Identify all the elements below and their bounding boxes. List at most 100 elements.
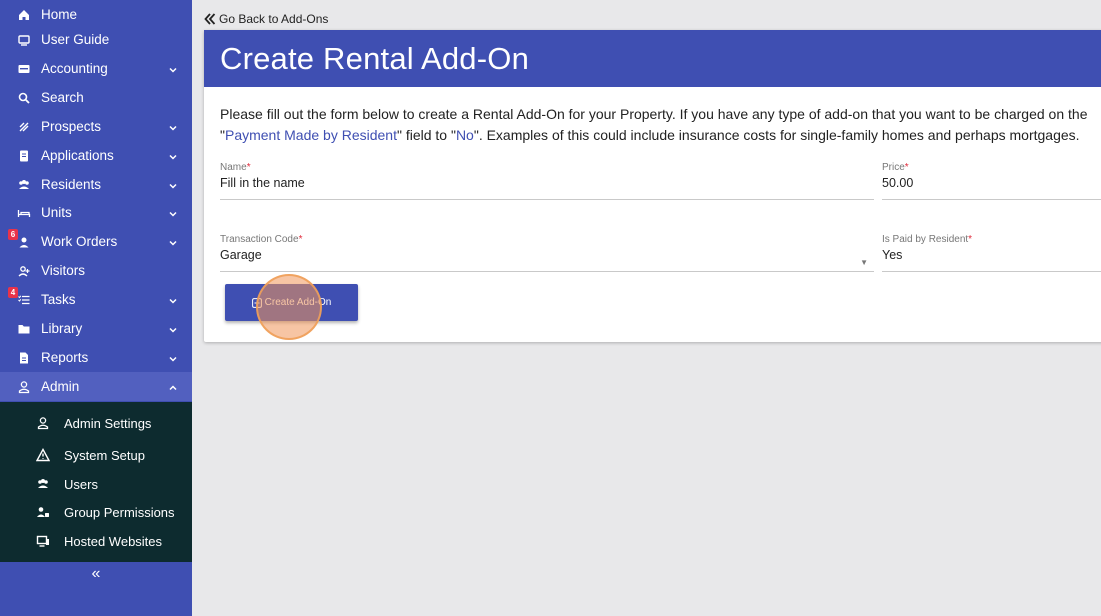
name-field[interactable]: Name* Fill in the name — [220, 162, 874, 200]
back-link-label: Go Back to Add-Ons — [219, 12, 329, 26]
card-header: Create Rental Add-On — [204, 30, 1101, 87]
sidebar-item-label: Visitors — [41, 263, 86, 278]
chevron-down-icon — [169, 154, 177, 160]
field-underline — [220, 199, 874, 200]
sidebar-item-prospects[interactable]: Prospects — [0, 112, 192, 141]
sidebar: Home User Guide Accounting Search Prospects A… — [0, 0, 192, 616]
sidebar-item-label: Residents — [41, 177, 102, 192]
sidebar-item-search[interactable]: Search — [0, 83, 192, 112]
price-field[interactable]: Price* 50.00 — [882, 162, 1101, 200]
field-underline — [882, 199, 1101, 200]
home-icon — [17, 8, 31, 22]
required-mark: * — [298, 234, 303, 245]
sidebar-item-label: Admin — [41, 379, 80, 394]
submenu-item-group-permissions[interactable]: Group Permissions — [0, 498, 192, 526]
tasks-icon — [17, 293, 31, 307]
transaction-code-select[interactable]: Transaction Code* Garage ▼ — [220, 234, 874, 272]
transaction-code-value[interactable]: Garage — [220, 248, 874, 262]
chevron-down-icon — [169, 67, 177, 73]
admin-icon — [17, 380, 31, 394]
sidebar-item-label: Units — [41, 205, 72, 220]
price-label-text: Price — [882, 162, 905, 173]
description-line-2: "Payment Made by Resident" field to "No"… — [220, 125, 1101, 146]
submenu-item-label: Group Permissions — [64, 504, 175, 520]
submenu-item-admin-settings[interactable]: Admin Settings — [0, 409, 192, 437]
create-addon-label: Create Add-On — [264, 297, 332, 308]
required-mark: * — [968, 234, 973, 245]
required-mark: * — [246, 162, 251, 173]
sidebar-item-applications[interactable]: Applications — [0, 141, 192, 170]
sidebar-item-label: User Guide — [41, 32, 110, 47]
payment-field-ref: Payment Made by Resident — [224, 127, 397, 143]
guide-icon — [17, 33, 31, 47]
accounting-icon — [17, 62, 31, 76]
sidebar-item-label: Home — [41, 7, 78, 22]
transaction-code-label: Transaction Code* — [220, 234, 874, 245]
submenu-item-label: Hosted Websites — [64, 533, 163, 549]
worker-icon — [17, 235, 31, 249]
is-paid-label-text: Is Paid by Resident — [882, 234, 969, 245]
sidebar-item-library[interactable]: Library — [0, 314, 192, 343]
sidebar-item-residents[interactable]: Residents — [0, 170, 192, 199]
name-label: Name* — [220, 162, 874, 173]
visitor-icon — [17, 264, 31, 278]
submenu-item-users[interactable]: Users — [0, 470, 192, 498]
chevron-up-icon — [169, 385, 177, 391]
name-input[interactable]: Fill in the name — [220, 176, 874, 190]
name-label-text: Name — [220, 162, 247, 173]
chevron-down-icon — [169, 298, 177, 304]
sidebar-item-units[interactable]: Units — [0, 198, 192, 227]
sidebar-item-label: Reports — [41, 350, 89, 365]
price-label: Price* — [882, 162, 1101, 173]
applications-icon — [17, 149, 31, 163]
chevron-down-icon — [169, 240, 177, 246]
required-mark: * — [904, 162, 909, 173]
sidebar-item-label: Work Orders — [41, 234, 118, 249]
back-to-addons-link[interactable]: Go Back to Add-Ons — [204, 12, 328, 26]
submenu-item-hosted-websites[interactable]: Hosted Websites — [0, 527, 192, 555]
price-input[interactable]: 50.00 — [882, 176, 1101, 190]
sidebar-item-reports[interactable]: Reports — [0, 343, 192, 372]
sidebar-item-label: Tasks — [41, 292, 76, 307]
sidebar-item-work-orders[interactable]: 6 Work Orders — [0, 227, 192, 256]
submenu-item-label: Admin Settings — [64, 415, 152, 431]
double-chevron-left-icon — [204, 13, 216, 25]
admin-settings-icon — [36, 416, 50, 430]
description-text: " field to " — [396, 127, 456, 143]
field-underline — [882, 271, 1101, 272]
is-paid-label: Is Paid by Resident* — [882, 234, 1101, 245]
submenu-item-system-setup[interactable]: System Setup — [0, 441, 192, 469]
dropdown-caret-icon[interactable]: ▼ — [860, 258, 868, 267]
sidebar-item-admin[interactable]: Admin — [0, 372, 192, 401]
notification-badge: 6 — [8, 229, 18, 240]
create-addon-button[interactable]: Create Add-On — [225, 284, 358, 321]
plus-box-icon — [251, 297, 262, 308]
chevron-down-icon — [169, 125, 177, 131]
no-value-ref: No — [455, 127, 474, 143]
sidebar-item-accounting[interactable]: Accounting — [0, 54, 192, 83]
submenu-item-label: System Setup — [64, 447, 145, 463]
group-permissions-icon — [36, 505, 50, 519]
sidebar-item-visitors[interactable]: Visitors — [0, 256, 192, 285]
warning-icon — [36, 448, 50, 462]
notification-badge: 4 — [8, 287, 18, 298]
sidebar-item-label: Library — [41, 321, 83, 336]
chevron-down-icon — [169, 211, 177, 217]
sidebar-item-label: Accounting — [41, 61, 108, 76]
description-text: ". Examples of this could include insura… — [473, 127, 1080, 143]
is-paid-value[interactable]: Yes — [882, 248, 1101, 262]
chevron-down-icon — [169, 356, 177, 362]
search-icon — [17, 91, 31, 105]
collapse-sidebar-button[interactable]: « — [86, 565, 106, 583]
create-addon-card: Create Rental Add-On Please fill out the… — [204, 30, 1101, 342]
form-description: Please fill out the form below to create… — [220, 104, 1101, 146]
sidebar-item-tasks[interactable]: 4 Tasks — [0, 285, 192, 314]
residents-icon — [17, 178, 31, 192]
folder-icon — [17, 322, 31, 336]
websites-icon — [36, 534, 50, 548]
chevron-down-icon — [169, 183, 177, 189]
is-paid-by-resident-select[interactable]: Is Paid by Resident* Yes — [882, 234, 1101, 272]
chevron-down-icon — [169, 327, 177, 333]
sidebar-item-user-guide[interactable]: User Guide — [0, 25, 192, 54]
bed-icon — [17, 206, 31, 220]
